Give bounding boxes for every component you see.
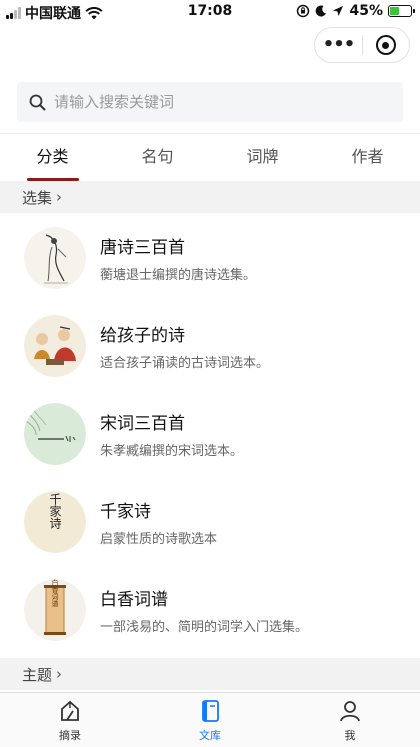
nav-label: 文库	[199, 729, 221, 742]
capsule-menu: •••	[314, 27, 410, 63]
tab-ci-tunes[interactable]: 词牌	[210, 134, 315, 181]
tab-famous-lines[interactable]: 名句	[105, 134, 210, 181]
chevron-right-icon: ›	[56, 665, 63, 683]
list-item[interactable]: 宋词三百首 朱孝臧编撰的宋词选本。	[0, 390, 420, 478]
section-title: 主题	[22, 665, 53, 684]
item-description: 启蒙性质的诗歌选本	[100, 532, 218, 547]
item-title: 唐诗三百首	[100, 238, 185, 258]
status-right: 45%	[296, 3, 415, 19]
more-options-icon[interactable]: •••	[315, 27, 362, 63]
tab-authors[interactable]: 作者	[315, 134, 420, 181]
book-cover-image	[24, 315, 86, 377]
nav-me[interactable]: 我	[280, 693, 420, 747]
tab-categories[interactable]: 分类	[0, 134, 105, 181]
item-description: 朱孝臧编撰的宋词选本。	[100, 444, 244, 459]
section-title: 选集	[22, 188, 53, 207]
item-title: 千家诗	[100, 502, 151, 522]
bottom-tab-bar: 摘录 文库 我	[0, 692, 420, 747]
item-title: 给孩子的诗	[100, 326, 185, 346]
chevron-right-icon: ›	[56, 188, 63, 206]
book-cover-image	[24, 227, 86, 289]
book-cover-image: 白香词谱	[24, 579, 86, 641]
location-icon	[333, 6, 344, 16]
book-cover-image: 千家诗	[24, 491, 86, 553]
nav-label: 摘录	[59, 729, 81, 742]
battery-fill	[390, 7, 399, 15]
search-input[interactable]	[54, 93, 374, 111]
search-bar[interactable]	[17, 82, 403, 122]
book-icon	[202, 700, 219, 722]
item-title: 宋词三百首	[100, 414, 185, 434]
cover-title-baixiang: 白香词谱	[51, 579, 59, 608]
section-themes[interactable]: 主题 ›	[0, 658, 420, 690]
cover-title-qianjia: 千家诗	[48, 493, 62, 529]
status-bar: 中国联通 17:08 45%	[0, 0, 420, 24]
quill-icon	[61, 700, 79, 721]
moon-icon	[316, 5, 327, 17]
user-icon	[340, 701, 360, 722]
rotation-lock-icon	[297, 4, 310, 18]
section-anthologies[interactable]: 选集 ›	[0, 181, 420, 213]
item-description: 适合孩子诵读的古诗词选本。	[100, 356, 270, 371]
item-description: 一部浅易的、简明的词学入门选集。	[100, 620, 309, 635]
list-item[interactable]: 白香词谱 白香词谱 一部浅易的、简明的词学入门选集。	[0, 566, 420, 654]
anthology-list: 唐诗三百首 蘅塘退士编撰的唐诗选集。 给孩子的诗 适合孩子诵读的古诗词选本。 宋…	[0, 214, 420, 654]
category-tabs: 分类 名句 词牌 作者	[0, 133, 420, 181]
item-title: 白香词谱	[100, 590, 168, 610]
nav-library[interactable]: 文库	[140, 693, 280, 747]
close-miniprogram-button[interactable]	[363, 35, 409, 55]
list-item[interactable]: 唐诗三百首 蘅塘退士编撰的唐诗选集。	[0, 214, 420, 302]
book-cover-image	[24, 403, 86, 465]
nav-label: 我	[344, 729, 356, 742]
battery-icon	[388, 5, 415, 17]
item-description: 蘅塘退士编撰的唐诗选集。	[100, 268, 257, 283]
search-icon	[29, 94, 46, 110]
target-icon	[375, 35, 396, 55]
list-item[interactable]: 千家诗 千家诗 启蒙性质的诗歌选本	[0, 478, 420, 566]
nav-excerpts[interactable]: 摘录	[0, 693, 140, 747]
list-item[interactable]: 给孩子的诗 适合孩子诵读的古诗词选本。	[0, 302, 420, 390]
battery-percent: 45%	[349, 3, 383, 19]
